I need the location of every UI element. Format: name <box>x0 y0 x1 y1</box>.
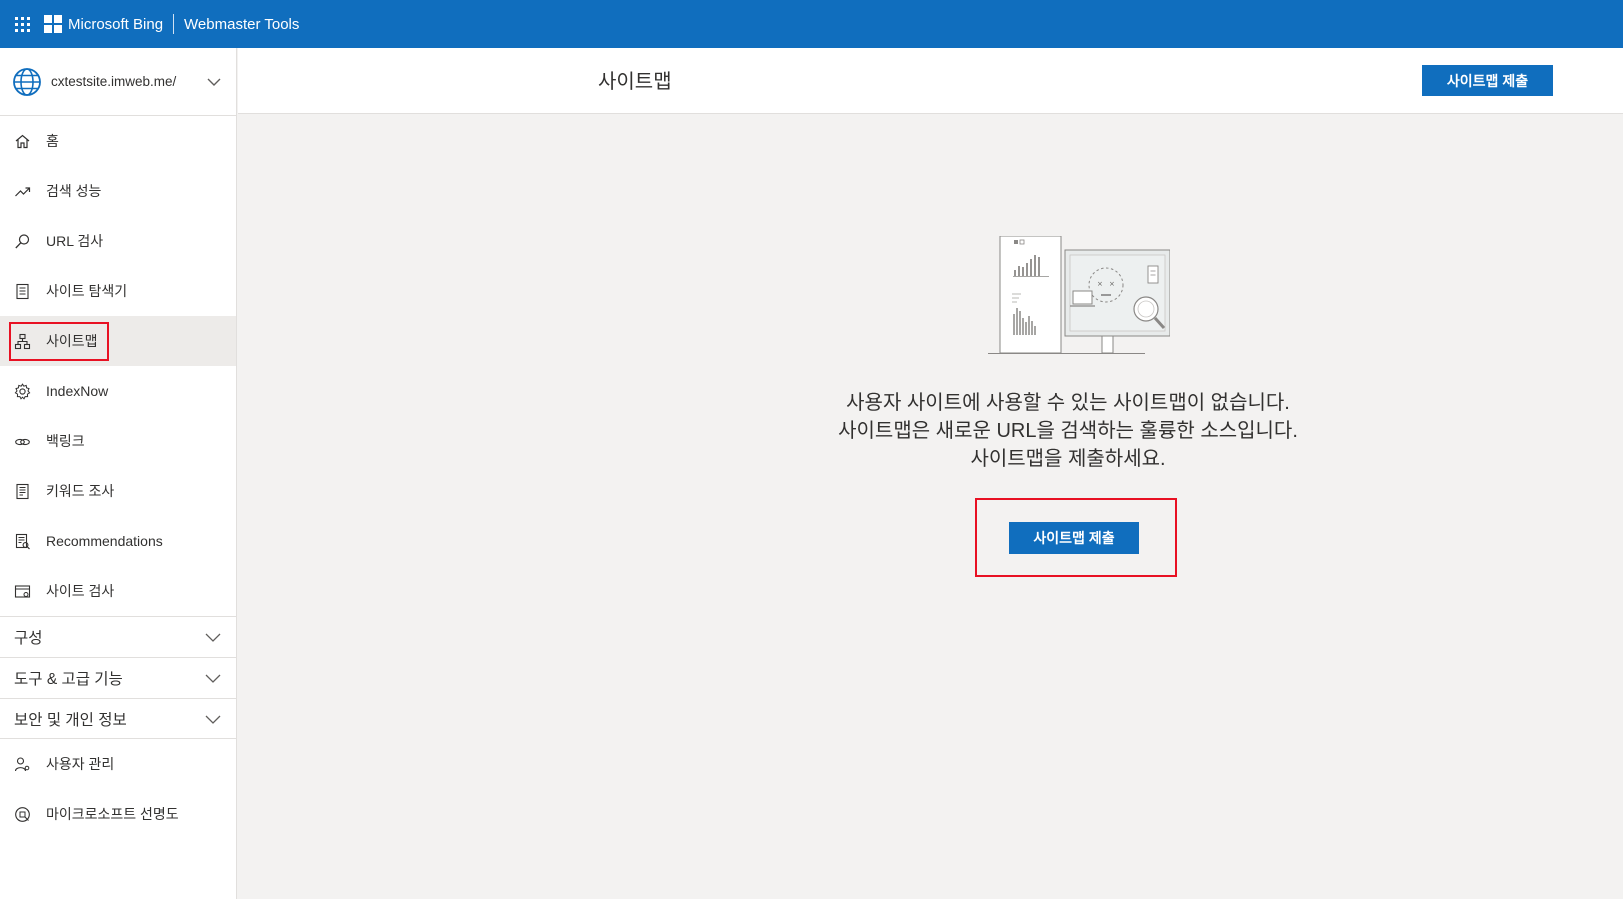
document-icon <box>16 483 29 499</box>
section-tools-advanced[interactable]: 도구 & 고급 기능 <box>0 657 236 698</box>
empty-state-message: 사용자 사이트에 사용할 수 있는 사이트맵이 없습니다. 사이트맵은 새로운 … <box>778 389 1358 473</box>
submit-sitemap-header-button[interactable]: 사이트맵 제출 <box>1422 65 1553 96</box>
brand-name[interactable]: Microsoft Bing <box>68 16 163 33</box>
nav-item-label: 사이트 탐색기 <box>46 283 128 299</box>
chevron-down-icon <box>205 715 221 724</box>
chevron-down-icon <box>205 633 221 642</box>
svg-text:×: × <box>1109 280 1115 288</box>
nav-item-sitemap[interactable]: 사이트맵 <box>0 316 236 366</box>
nav-item-search-performance[interactable]: 검색 성능 <box>0 166 236 216</box>
empty-state-line-2: 사이트맵은 새로운 URL을 검색하는 훌륭한 소스입니다. <box>838 420 1298 442</box>
nav-item-site-scan[interactable]: 사이트 검사 <box>0 566 236 616</box>
nav-item-user-management[interactable]: 사용자 관리 <box>0 739 236 789</box>
nav-item-label: 검색 성능 <box>46 183 102 199</box>
site-scan-icon <box>14 584 31 598</box>
globe-icon <box>13 67 41 96</box>
nav-item-label: 홈 <box>46 133 59 149</box>
search-icon <box>15 233 30 248</box>
section-security-privacy[interactable]: 보안 및 개인 정보 <box>0 698 236 739</box>
section-label: 구성 <box>14 630 43 647</box>
nav-item-site-explorer[interactable]: 사이트 탐색기 <box>0 266 236 316</box>
section-configuration[interactable]: 구성 <box>0 616 236 657</box>
link-icon <box>15 438 30 445</box>
sidebar: cxtestsite.imweb.me/ 홈 검색 성능 URL 검사 사이트 … <box>0 48 237 899</box>
svg-text:×: × <box>1097 280 1103 288</box>
chevron-down-icon <box>205 674 221 683</box>
nav-item-keyword-research[interactable]: 키워드 조사 <box>0 466 236 516</box>
page-title: 사이트맵 <box>598 71 672 93</box>
app-launcher-button[interactable] <box>0 0 44 48</box>
section-label: 보안 및 개인 정보 <box>14 711 127 729</box>
gear-icon <box>14 382 31 400</box>
product-name[interactable]: Webmaster Tools <box>184 16 299 33</box>
nav-item-label: 키워드 조사 <box>46 483 115 499</box>
nav-item-label: 마이크로소프트 선명도 <box>46 806 179 822</box>
empty-state-line-1: 사용자 사이트에 사용할 수 있는 사이트맵이 없습니다. <box>846 392 1290 414</box>
chevron-down-icon[interactable] <box>206 74 222 90</box>
highlight-box <box>9 322 109 361</box>
nav-item-label: Recommendations <box>46 533 163 549</box>
nav-item-label: URL 검사 <box>46 233 104 249</box>
top-bar: Microsoft Bing Webmaster Tools <box>0 0 1623 48</box>
nav-item-label: 백링크 <box>46 433 85 449</box>
site-picker[interactable]: cxtestsite.imweb.me/ <box>0 48 236 116</box>
document-list-icon <box>16 283 29 299</box>
waffle-icon <box>14 16 30 32</box>
nav-item-label: 사이트 검사 <box>46 583 115 599</box>
clarity-icon <box>15 806 30 822</box>
nav-item-clarity[interactable]: 마이크로소프트 선명도 <box>0 789 236 839</box>
empty-state-illustration: × × <box>988 236 1170 354</box>
empty-state-line-3: 사이트맵을 제출하세요. <box>970 448 1166 470</box>
nav-item-url-inspection[interactable]: URL 검사 <box>0 216 236 266</box>
brand-divider <box>173 14 175 34</box>
section-label: 도구 & 고급 기능 <box>14 671 123 688</box>
nav-item-indexnow[interactable]: IndexNow <box>0 366 236 416</box>
users-icon <box>14 756 30 771</box>
nav-item-home[interactable]: 홈 <box>0 116 236 166</box>
home-icon <box>15 134 30 148</box>
microsoft-logo-icon <box>44 15 62 33</box>
nav-item-label: IndexNow <box>46 383 109 399</box>
submit-sitemap-button[interactable]: 사이트맵 제출 <box>1009 522 1139 554</box>
nav-item-label: 사용자 관리 <box>46 756 115 772</box>
recommendations-icon <box>15 533 30 549</box>
site-url: cxtestsite.imweb.me/ <box>51 74 177 89</box>
page-header: 사이트맵 사이트맵 제출 <box>238 48 1623 114</box>
nav-item-backlinks[interactable]: 백링크 <box>0 416 236 466</box>
nav-item-recommendations[interactable]: Recommendations <box>0 516 236 566</box>
trending-icon <box>15 186 31 196</box>
